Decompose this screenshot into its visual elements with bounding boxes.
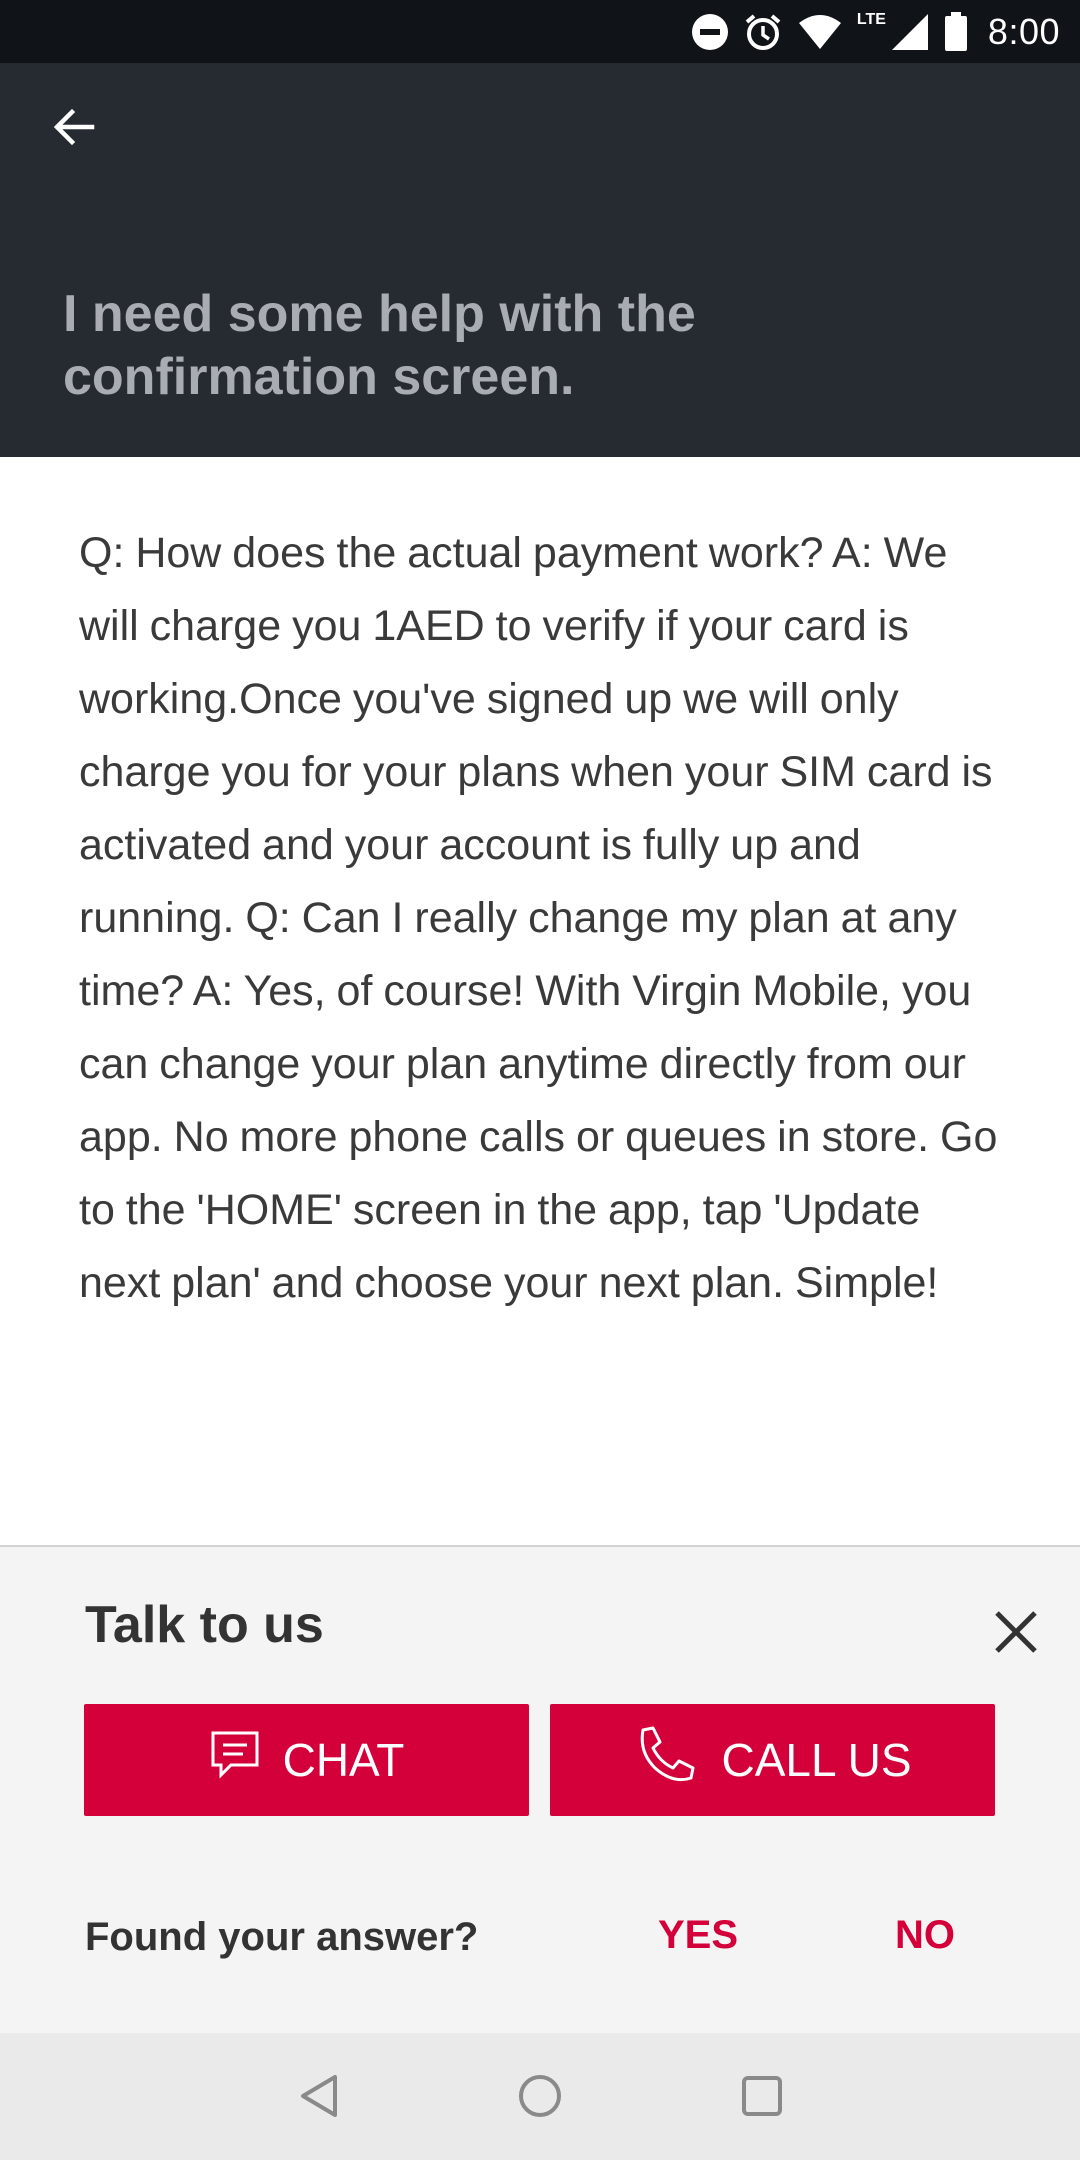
square-recents-icon (739, 2073, 785, 2124)
triangle-back-icon (297, 2073, 343, 2124)
phone-icon (633, 1724, 699, 1797)
nav-back-button[interactable] (285, 2063, 355, 2133)
back-button[interactable] (38, 93, 110, 165)
talk-to-us-panel: Talk to us CHAT CALL US Found your answe… (0, 1545, 1080, 2033)
wifi-icon (797, 13, 843, 51)
status-icons: LTE 8:00 (691, 8, 1060, 56)
talk-title: Talk to us (85, 1596, 324, 1654)
arrow-left-icon (50, 103, 98, 156)
status-time: 8:00 (987, 11, 1060, 52)
call-us-button[interactable]: CALL US (550, 1704, 995, 1816)
answer-text: Q: How does the actual payment work? A: … (79, 529, 998, 1307)
do-not-disturb-icon (691, 13, 729, 51)
status-bar: LTE 8:00 (0, 0, 1080, 63)
nav-recents-button[interactable] (727, 2063, 797, 2133)
chat-button[interactable]: CHAT (84, 1704, 529, 1816)
chat-button-label: CHAT (282, 1734, 405, 1786)
network-type-label: LTE (856, 11, 886, 28)
found-answer-label: Found your answer? (85, 1915, 479, 1959)
battery-icon (944, 12, 968, 52)
app-header: I need some help with the confirmation s… (0, 63, 1080, 457)
yes-button[interactable]: YES (658, 1913, 738, 1958)
close-button[interactable] (985, 1603, 1047, 1665)
answer-content: Q: How does the actual payment work? A: … (0, 457, 1080, 1545)
no-button[interactable]: NO (895, 1913, 955, 1958)
signal-icon (890, 12, 930, 52)
call-us-button-label: CALL US (721, 1734, 912, 1786)
alarm-icon (743, 12, 783, 52)
nav-home-button[interactable] (505, 2063, 575, 2133)
page-title: I need some help with the confirmation s… (63, 285, 696, 406)
circle-home-icon (517, 2073, 563, 2124)
chat-bubble-icon (209, 1729, 261, 1792)
system-nav-bar (0, 2033, 1080, 2160)
close-icon (993, 1609, 1039, 1660)
